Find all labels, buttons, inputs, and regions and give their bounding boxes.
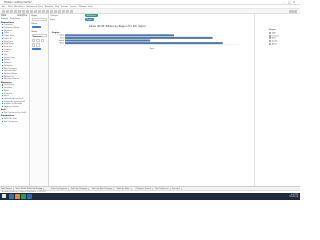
field-item[interactable]: Top Customers <box>2 120 18 123</box>
clock-date: 7/29/2018 <box>288 196 298 199</box>
mark-type-dropdown[interactable]: Automatic <box>31 34 47 38</box>
taskbar-app-icon[interactable] <box>9 194 14 199</box>
duplicate-icon[interactable] <box>26 10 29 13</box>
x-axis-label: Sales <box>150 48 155 50</box>
tableau-logo-icon <box>2 10 5 13</box>
section-sets[interactable]: Sets <box>1 109 6 111</box>
data-pane-header: Data Analytics <box>0 14 29 17</box>
bar[interactable] <box>65 42 223 45</box>
menu-worksheet[interactable]: Worksheet <box>14 6 25 8</box>
field-label: Measure Names <box>3 78 19 81</box>
filters-card-title: Filters <box>31 23 38 25</box>
detail-button[interactable] <box>31 43 36 47</box>
legend-pane: Region (All) Central East South West <box>254 14 300 186</box>
legend-title: Region <box>269 29 276 31</box>
checkbox-icon[interactable] <box>269 32 271 34</box>
clear-icon[interactable] <box>30 10 33 13</box>
legend-item[interactable]: West <box>269 42 277 46</box>
rows-shelf-label: Rows <box>50 18 55 21</box>
taskbar-app-icon[interactable] <box>15 194 20 199</box>
taskbar: 4:28 PM 7/29/2018 <box>0 192 300 200</box>
data-tab[interactable]: Data <box>1 14 6 17</box>
minimize-icon[interactable]: – <box>283 1 284 4</box>
tooltip-button[interactable] <box>36 43 40 47</box>
field-item[interactable]: Top Customers by Profit <box>2 112 26 114</box>
menu-data[interactable]: Data <box>8 6 13 8</box>
swap-icon[interactable] <box>34 10 37 13</box>
menu-file[interactable]: File <box>2 6 5 8</box>
fit-icon[interactable] <box>62 10 65 13</box>
menu-help[interactable]: Help <box>88 6 93 8</box>
save-icon[interactable] <box>14 10 17 13</box>
category-label: South <box>59 39 64 42</box>
taskbar-tableau-icon[interactable] <box>27 194 32 199</box>
show-me-button[interactable] <box>289 10 297 13</box>
color-pill-region[interactable] <box>31 48 41 51</box>
checkbox-icon[interactable] <box>269 37 271 40</box>
pages-shelf[interactable] <box>31 18 47 21</box>
sort-asc-icon[interactable] <box>38 10 41 13</box>
field-label: Top Customers <box>3 120 18 123</box>
checkbox-icon[interactable] <box>269 34 271 37</box>
cards-pane: Pages Filters Marks Automatic <box>30 14 49 186</box>
data-pane: Data Analytics Sample - Superstore Dimen… <box>0 14 30 186</box>
highlight-icon[interactable] <box>46 10 49 13</box>
size-button[interactable] <box>36 38 40 43</box>
rows-pill[interactable]: Region <box>85 18 94 21</box>
labels-icon[interactable] <box>54 10 57 13</box>
field-item[interactable]: Measure Values <box>2 106 19 108</box>
field-item[interactable]: Measure Names <box>2 78 19 80</box>
rows-columns-shelves: Columns SUM(Sales) Rows Region <box>49 14 254 23</box>
category-label: East <box>60 36 64 39</box>
menu-window[interactable]: Window <box>79 6 87 8</box>
filter-pill-region[interactable] <box>31 26 41 29</box>
bar[interactable] <box>65 39 151 42</box>
field-label: Measure Values <box>3 106 19 109</box>
pages-card-title: Pages <box>31 15 38 17</box>
new-sheet-icon[interactable] <box>22 10 25 13</box>
menu-analysis[interactable]: Analysis <box>45 6 53 8</box>
windows-start-icon[interactable] <box>2 194 6 199</box>
presentation-icon[interactable] <box>66 10 69 13</box>
menu-format[interactable]: Format <box>61 6 68 8</box>
maximize-icon[interactable]: □ <box>288 1 290 4</box>
bar[interactable] <box>65 36 213 39</box>
category-label: Central <box>57 34 64 37</box>
columns-pill[interactable]: SUM(Sales) <box>85 14 98 17</box>
menu-story[interactable]: Story <box>38 6 43 8</box>
taskbar-app-icon[interactable] <box>21 194 26 199</box>
datasource-name[interactable]: Sample - Superstore <box>1 18 20 20</box>
checkbox-icon[interactable] <box>269 40 271 43</box>
sort-desc-icon[interactable] <box>42 10 45 13</box>
mark-type-label: Automatic <box>33 35 42 38</box>
taskbar-clock[interactable]: 4:28 PM 7/29/2018 <box>289 194 298 198</box>
bar[interactable] <box>65 34 175 37</box>
menu-map[interactable]: Map <box>55 6 59 8</box>
bar-chart: RegionCentralEastSouthWestSales <box>52 32 239 50</box>
analytics-tab[interactable]: Analytics <box>17 14 27 17</box>
fix-axes-icon[interactable] <box>58 10 61 13</box>
window-title: Tableau - Getting Started <box>4 1 32 5</box>
redo-icon[interactable] <box>10 10 13 13</box>
category-label: West <box>60 42 65 45</box>
close-icon[interactable]: ✕ <box>293 1 295 4</box>
marks-card-title: Marks <box>31 31 38 33</box>
view-area: Sales (Profit Totals) by Region for 4th … <box>49 24 254 186</box>
menu-server[interactable]: Server <box>70 6 77 8</box>
field-label: Top Customers by Profit <box>3 112 27 115</box>
color-button[interactable] <box>31 38 36 43</box>
new-datasource-icon[interactable] <box>18 10 21 13</box>
undo-icon[interactable] <box>6 10 9 13</box>
share-icon[interactable] <box>70 10 73 13</box>
columns-shelf-label: Columns <box>50 14 59 17</box>
label-button[interactable] <box>40 38 45 43</box>
menu-dashboard[interactable]: Dashboard <box>26 6 37 8</box>
group-icon[interactable] <box>50 10 53 13</box>
checkbox-icon[interactable] <box>269 42 271 45</box>
legend-label: West <box>271 43 277 46</box>
